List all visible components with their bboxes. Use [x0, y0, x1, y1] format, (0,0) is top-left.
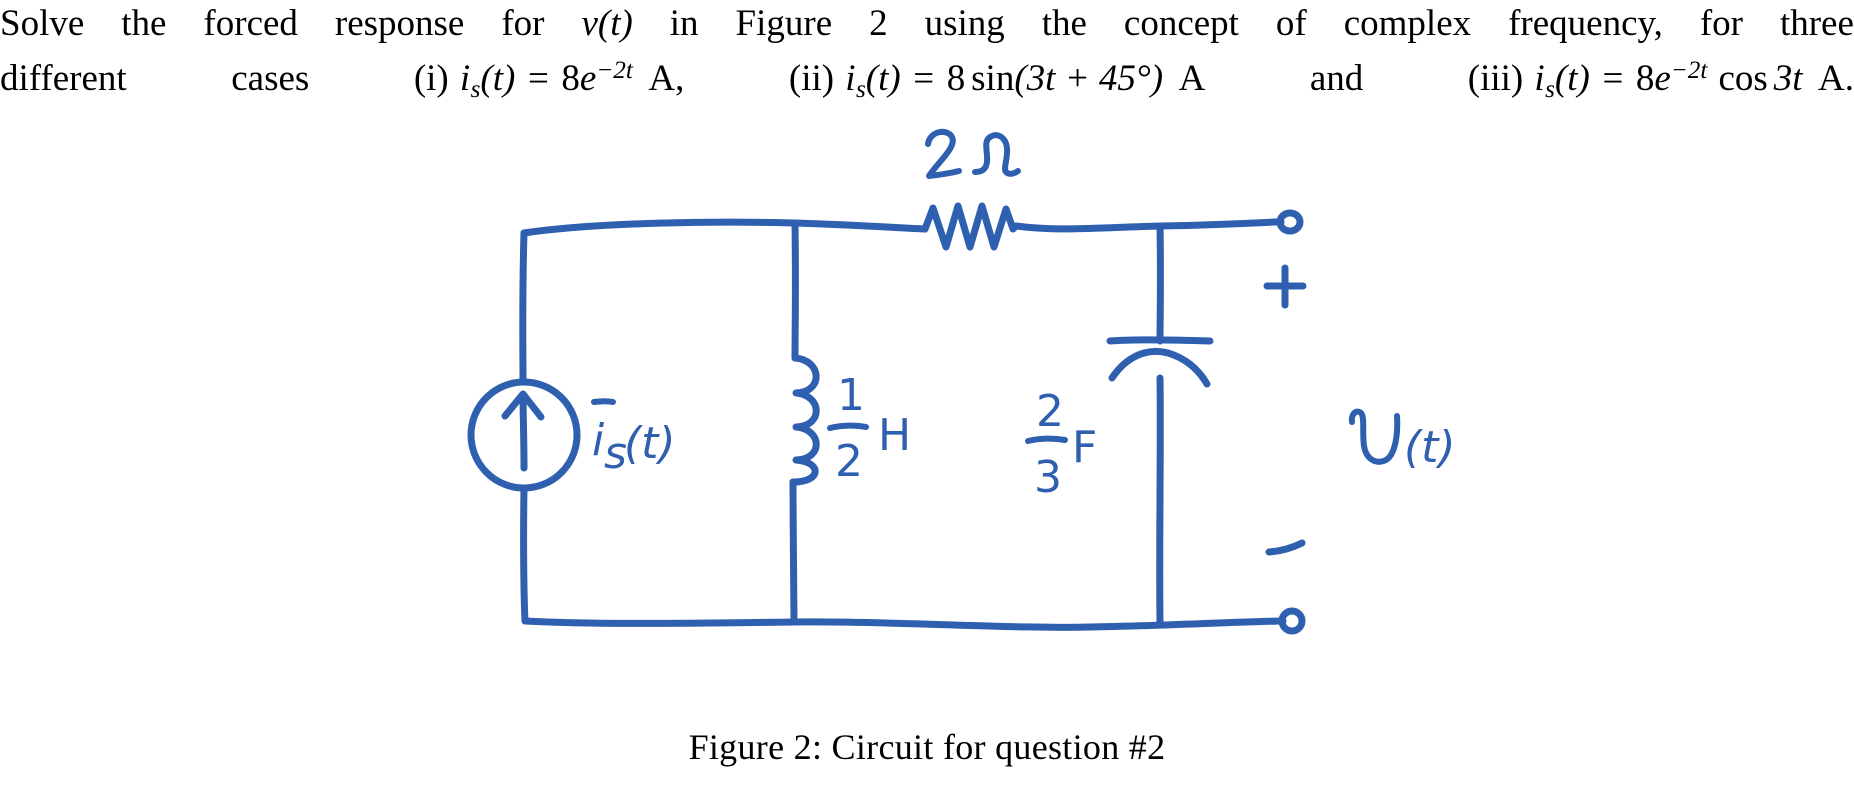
word: frequency, [1508, 3, 1663, 44]
case-2-current-var: i [845, 58, 856, 100]
label-inductor-numerator: 1 [837, 370, 865, 421]
wire-capacitor-bottom [1156, 374, 1164, 626]
label-inductor-unit: H [878, 410, 911, 461]
terminal-bottom-circle [1278, 607, 1306, 635]
case-3-marker: (iii) [1467, 58, 1524, 100]
word: three [1779, 3, 1854, 44]
case-2-equals: = [913, 58, 935, 100]
case-3-function-arg: 3t [1773, 58, 1803, 100]
case-3-function: cos [1718, 58, 1768, 100]
case-3-expression: (iii) is(t) = 8e−2t cos 3t A. [1468, 47, 1854, 113]
case-1-marker: (i) [413, 58, 449, 100]
word: for [501, 3, 545, 44]
word: in [669, 3, 699, 44]
circuit-svg: i s (t) 1 2 H 2 3 F (t) [467, 128, 1456, 635]
current-source-arrow-shaft [519, 391, 528, 472]
case-3-current-arg: (t) [1554, 58, 1590, 100]
label-capacitor-numerator: 2 [1036, 386, 1064, 437]
case-3-exp-power: −2t [1670, 57, 1708, 84]
problem-line-2: different cases (i) is(t) = 8e−2t A, (ii) is(… [0, 47, 1854, 113]
case-3-exp-base: e [1654, 58, 1671, 100]
wire-inductor-bottom [789, 478, 798, 626]
word: complex [1343, 3, 1472, 44]
label-current-source-group: i s (t) [591, 398, 676, 479]
case-3-current-sub: s [1545, 76, 1555, 104]
case-1-expression: (i) is(t) = 8e−2t A, [414, 47, 685, 113]
label-current-source-i-dot [591, 398, 616, 405]
wire-bottom [521, 617, 1287, 631]
conjunction: and [1309, 58, 1364, 100]
inductor-coil [789, 354, 820, 486]
label-capacitor-unit: F [1072, 422, 1097, 473]
case-3-equals: = [1602, 58, 1624, 100]
word: Solve [0, 3, 85, 44]
case-2-current-arg: (t) [865, 58, 901, 100]
case-3-current-var: i [1534, 58, 1545, 100]
wire-left-upper [519, 229, 528, 386]
label-capacitor-group: 2 3 F [1025, 386, 1097, 503]
problem-line-1: Solve the forced response for v(t) in Fi… [0, 0, 1854, 47]
word: different [0, 58, 127, 100]
word: for [1699, 3, 1743, 44]
word: Figure [735, 3, 833, 44]
case-3-unit: A. [1818, 58, 1854, 100]
label-inductor-group: 1 2 H [827, 370, 911, 487]
case-1-exp-base: e [579, 58, 597, 100]
wire-left-lower [520, 484, 529, 625]
word: cases [231, 58, 310, 100]
case-2-expression: (ii) is(t) = 8 sin(3t + 45°) A [789, 55, 1205, 113]
word: 2 [869, 3, 888, 44]
case-2-function-arg: (3t + 45°) [1014, 58, 1164, 100]
case-1-exp-power: −2t [596, 57, 633, 84]
case-3-coefficient: 8 [1635, 58, 1655, 100]
word: forced [203, 3, 298, 44]
case-2-coefficient: 8 [946, 58, 966, 100]
word: of [1275, 3, 1307, 44]
word: concept [1123, 3, 1239, 44]
plus-sign-icon [1263, 264, 1307, 309]
minus-sign-icon [1265, 539, 1306, 556]
case-2-current-sub: s [855, 76, 866, 104]
case-2-marker: (ii) [788, 58, 835, 100]
word: using [924, 3, 1005, 44]
word: the [121, 3, 167, 44]
label-resistor-digit-2 [925, 128, 962, 179]
figure-caption: Figure 2: Circuit for question #2 [688, 727, 1166, 767]
math-v-of-t: v(t) [581, 3, 633, 44]
case-2-unit: A [1178, 58, 1206, 100]
label-inductor-denominator: 2 [835, 436, 863, 487]
label-output-voltage-arg: (t) [1404, 422, 1456, 473]
case-1-unit: A, [648, 58, 685, 100]
wire-top-left [520, 218, 929, 237]
label-current-source-arg: (t) [624, 418, 676, 469]
label-output-voltage-group: (t) [1348, 408, 1456, 473]
case-1-current-arg: (t) [480, 58, 516, 100]
label-resistor-omega [972, 132, 1021, 177]
case-1-equals: = [527, 58, 549, 100]
label-capacitor-denominator: 3 [1034, 452, 1062, 503]
word: the [1041, 3, 1087, 44]
circuit-diagram: i s (t) 1 2 H 2 3 F (t) [0, 110, 1854, 710]
page-root: Solve the forced response for v(t) in Fi… [0, 0, 1854, 785]
problem-statement: Solve the forced response for v(t) in Fi… [0, 0, 1854, 113]
label-resistor-group [925, 128, 1021, 179]
case-1-current-sub: s [470, 76, 481, 104]
wire-top-right [1012, 218, 1279, 233]
resistor-symbol [921, 202, 1020, 251]
label-inductor-fraction-bar [827, 422, 869, 431]
terminal-top-circle [1276, 209, 1304, 235]
word: response [334, 3, 465, 44]
case-1-coefficient: 8 [561, 58, 580, 100]
label-output-voltage-v [1348, 408, 1401, 465]
case-1-current-var: i [459, 58, 471, 100]
capacitor-top-plate [1106, 336, 1214, 345]
case-2-function: sin [971, 58, 1015, 100]
label-capacitor-fraction-bar [1025, 435, 1068, 444]
